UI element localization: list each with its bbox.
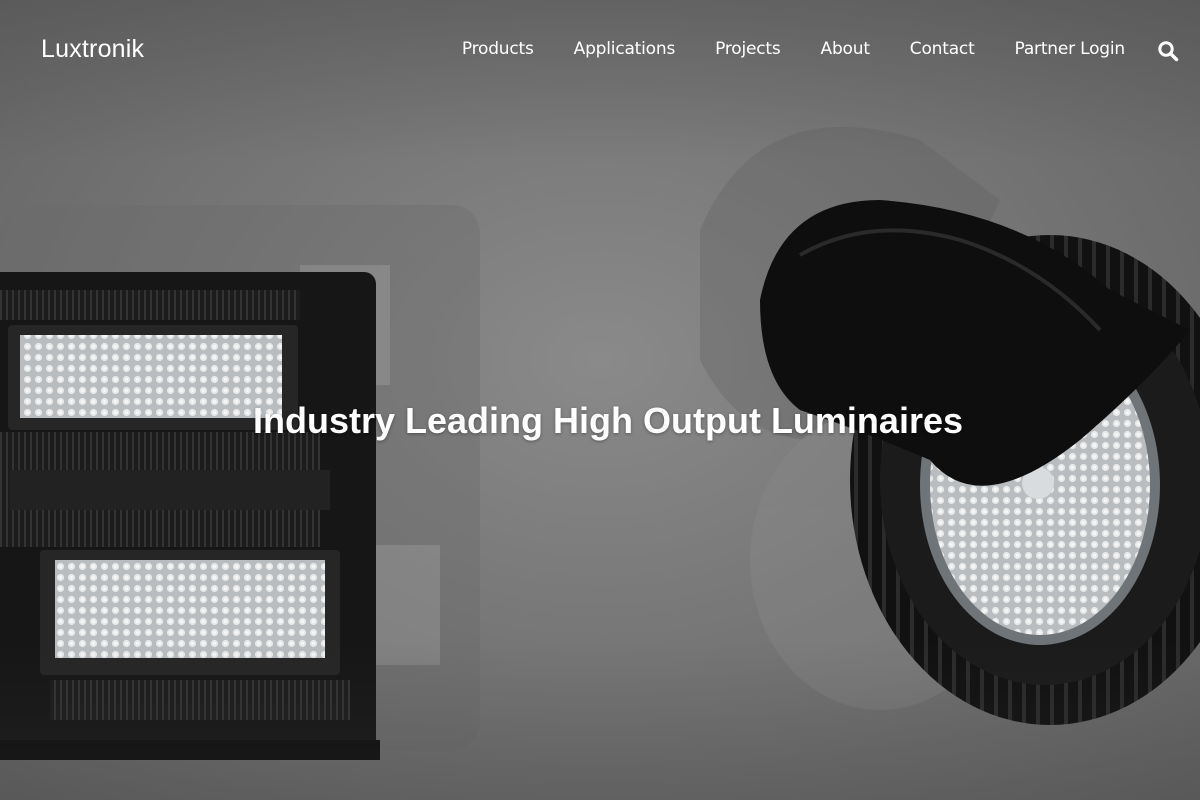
search-icon[interactable] <box>1157 40 1179 62</box>
nav-item-partner-login[interactable]: Partner Login <box>1015 39 1126 59</box>
nav-item-projects[interactable]: Projects <box>715 39 781 59</box>
nav-item-contact[interactable]: Contact <box>910 39 975 59</box>
brand-logo[interactable]: Luxtronik <box>41 35 144 64</box>
hero-headline: Industry Leading High Output Luminaires <box>252 400 963 442</box>
top-navbar: Luxtronik Products Applications Projects… <box>0 0 1200 100</box>
nav-item-about[interactable]: About <box>821 39 870 59</box>
nav-item-products[interactable]: Products <box>462 39 534 59</box>
main-nav: Products Applications Projects About Con… <box>462 39 1125 59</box>
nav-item-applications[interactable]: Applications <box>574 39 676 59</box>
